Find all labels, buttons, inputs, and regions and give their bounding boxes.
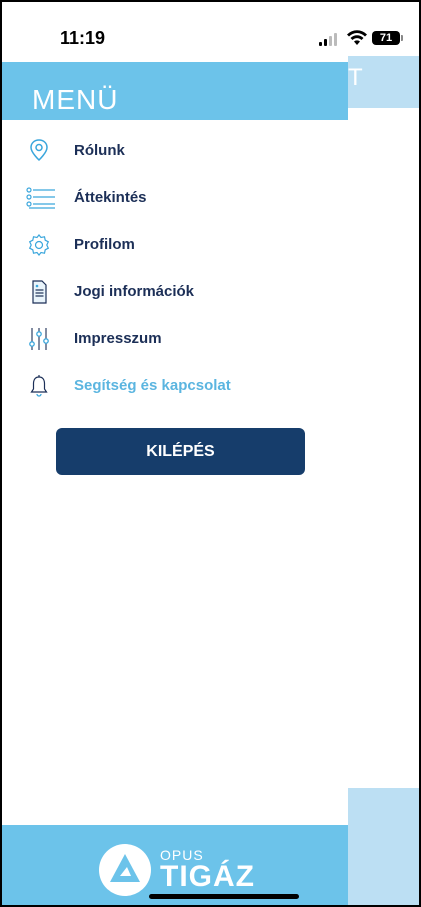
- menu-item-label: Profilom: [74, 236, 135, 253]
- menu-title: MENÜ: [32, 84, 119, 115]
- menu-item-profilom[interactable]: Profilom: [2, 222, 348, 269]
- status-time: 11:19: [60, 28, 106, 48]
- menu-list: Rólunk Áttekintés Profilom Jogi informác…: [2, 128, 348, 410]
- menu-item-jogi-informaciok[interactable]: Jogi információk: [2, 269, 348, 316]
- menu-item-impresszum[interactable]: Impresszum: [2, 316, 348, 363]
- menu-item-label: Impresszum: [74, 330, 162, 347]
- background-app-title: T: [348, 64, 363, 91]
- status-bar: 11:19 71: [2, 2, 419, 58]
- brand-text: OPUS TIGÁZ: [160, 848, 255, 892]
- menu-item-rolunk[interactable]: Rólunk: [2, 128, 348, 175]
- gear-icon: [28, 234, 50, 256]
- menu-header: MENÜ: [2, 62, 348, 120]
- brand-big-text: TIGÁZ: [160, 860, 255, 893]
- menu-item-label: Segítség és kapcsolat: [74, 377, 231, 394]
- battery-tip: [401, 35, 403, 41]
- brand-logo: OPUS TIGÁZ: [98, 843, 255, 897]
- bell-icon: [30, 375, 48, 397]
- home-indicator[interactable]: [149, 894, 299, 899]
- background-app-footer: [348, 788, 419, 905]
- tigaz-logo-icon: [99, 844, 151, 896]
- battery-level: 71: [372, 31, 400, 45]
- logout-button[interactable]: KILÉPÉS: [56, 428, 305, 475]
- wifi-icon: [347, 30, 367, 45]
- sliders-icon: [29, 328, 49, 350]
- menu-item-attekintes[interactable]: Áttekintés: [2, 175, 348, 222]
- list-icon: [26, 187, 55, 209]
- location-pin-icon: [30, 139, 48, 162]
- menu-item-segitseg-es-kapcsolat[interactable]: Segítség és kapcsolat: [2, 363, 348, 410]
- menu-item-label: Rólunk: [74, 142, 125, 159]
- screen: T 11:19 71 MENÜ Rólunk Áttekintés Profil…: [0, 0, 421, 907]
- menu-item-label: Áttekintés: [74, 189, 147, 206]
- document-icon: [32, 280, 47, 304]
- menu-item-label: Jogi információk: [74, 283, 195, 300]
- cellular-signal-icon: [319, 33, 337, 46]
- navigation-drawer: MENÜ Rólunk Áttekintés Profilom Jogi inf…: [2, 58, 348, 905]
